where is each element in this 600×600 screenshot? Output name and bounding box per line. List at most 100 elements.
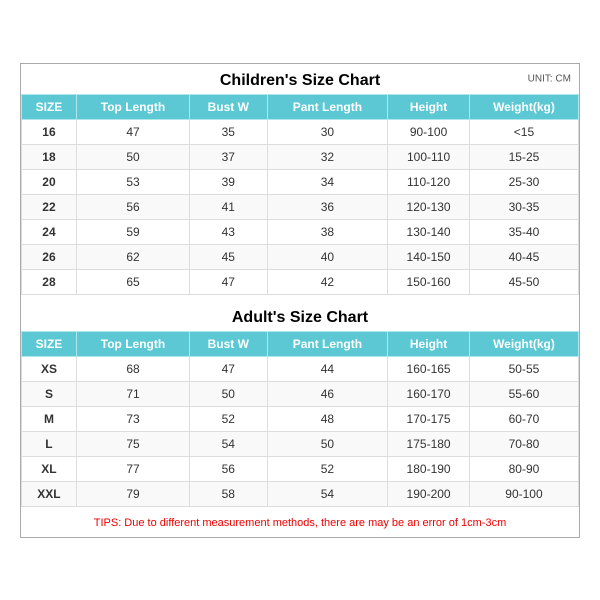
table-cell: 79 [76, 481, 189, 506]
table-cell: 41 [190, 194, 268, 219]
adult-col-top-length: Top Length [76, 331, 189, 356]
table-cell: 24 [22, 219, 77, 244]
table-cell: 73 [76, 406, 189, 431]
table-cell: 47 [76, 119, 189, 144]
table-cell: 68 [76, 356, 189, 381]
table-cell: 35-40 [469, 219, 578, 244]
table-cell: XL [22, 456, 77, 481]
table-cell: 160-170 [388, 381, 470, 406]
table-cell: 120-130 [388, 194, 470, 219]
table-cell: 60-70 [469, 406, 578, 431]
table-cell: 170-175 [388, 406, 470, 431]
table-cell: 20 [22, 169, 77, 194]
table-cell: 34 [267, 169, 388, 194]
table-cell: 90-100 [388, 119, 470, 144]
children-section-title: Children's Size Chart [220, 72, 380, 89]
table-cell: 40 [267, 244, 388, 269]
table-cell: 18 [22, 144, 77, 169]
table-row: 24594338130-14035-40 [22, 219, 579, 244]
table-cell: 75 [76, 431, 189, 456]
adult-col-size: SIZE [22, 331, 77, 356]
table-cell: 77 [76, 456, 189, 481]
children-col-size: SIZE [22, 94, 77, 119]
table-cell: 43 [190, 219, 268, 244]
adult-header-row: SIZE Top Length Bust W Pant Length Heigh… [22, 331, 579, 356]
table-cell: 180-190 [388, 456, 470, 481]
table-cell: 62 [76, 244, 189, 269]
table-cell: 45 [190, 244, 268, 269]
table-cell: 130-140 [388, 219, 470, 244]
table-cell: 59 [76, 219, 189, 244]
table-cell: 52 [190, 406, 268, 431]
table-cell: 40-45 [469, 244, 578, 269]
table-cell: 190-200 [388, 481, 470, 506]
table-row: 28654742150-16045-50 [22, 269, 579, 294]
table-cell: 25-30 [469, 169, 578, 194]
table-cell: 53 [76, 169, 189, 194]
table-row: M735248170-17560-70 [22, 406, 579, 431]
children-col-bust: Bust W [190, 94, 268, 119]
adult-col-height: Height [388, 331, 470, 356]
table-cell: 42 [267, 269, 388, 294]
table-row: 22564136120-13030-35 [22, 194, 579, 219]
table-cell: <15 [469, 119, 578, 144]
table-cell: 47 [190, 356, 268, 381]
table-cell: 80-90 [469, 456, 578, 481]
table-cell: 150-160 [388, 269, 470, 294]
table-cell: 55-60 [469, 381, 578, 406]
children-size-table: SIZE Top Length Bust W Pant Length Heigh… [21, 94, 579, 295]
table-cell: 56 [190, 456, 268, 481]
tips-row: TIPS: Due to different measurement metho… [21, 507, 579, 537]
table-cell: 65 [76, 269, 189, 294]
children-col-top-length: Top Length [76, 94, 189, 119]
table-cell: L [22, 431, 77, 456]
adult-col-pant: Pant Length [267, 331, 388, 356]
table-cell: 48 [267, 406, 388, 431]
adult-title-row: Adult's Size Chart [21, 301, 579, 331]
table-cell: 30-35 [469, 194, 578, 219]
table-cell: 50-55 [469, 356, 578, 381]
table-cell: 54 [190, 431, 268, 456]
table-cell: 70-80 [469, 431, 578, 456]
table-cell: 140-150 [388, 244, 470, 269]
table-cell: 22 [22, 194, 77, 219]
table-cell: S [22, 381, 77, 406]
children-col-weight: Weight(kg) [469, 94, 578, 119]
children-header-row: SIZE Top Length Bust W Pant Length Heigh… [22, 94, 579, 119]
table-row: XS684744160-16550-55 [22, 356, 579, 381]
table-cell: 50 [267, 431, 388, 456]
table-row: XXL795854190-20090-100 [22, 481, 579, 506]
table-cell: M [22, 406, 77, 431]
table-cell: 44 [267, 356, 388, 381]
table-cell: 160-165 [388, 356, 470, 381]
table-row: XL775652180-19080-90 [22, 456, 579, 481]
table-cell: 90-100 [469, 481, 578, 506]
table-cell: 56 [76, 194, 189, 219]
unit-label: UNIT: CM [528, 73, 571, 84]
table-row: L755450175-18070-80 [22, 431, 579, 456]
table-cell: 50 [190, 381, 268, 406]
table-row: S715046160-17055-60 [22, 381, 579, 406]
children-col-height: Height [388, 94, 470, 119]
table-cell: 15-25 [469, 144, 578, 169]
children-col-pant: Pant Length [267, 94, 388, 119]
table-cell: XXL [22, 481, 77, 506]
table-cell: 37 [190, 144, 268, 169]
adult-size-table: SIZE Top Length Bust W Pant Length Heigh… [21, 331, 579, 507]
adult-col-weight: Weight(kg) [469, 331, 578, 356]
table-cell: 35 [190, 119, 268, 144]
table-cell: 58 [190, 481, 268, 506]
table-row: 18503732100-11015-25 [22, 144, 579, 169]
table-row: 1647353090-100<15 [22, 119, 579, 144]
table-cell: 110-120 [388, 169, 470, 194]
table-cell: 45-50 [469, 269, 578, 294]
table-cell: XS [22, 356, 77, 381]
table-cell: 50 [76, 144, 189, 169]
table-cell: 30 [267, 119, 388, 144]
table-cell: 47 [190, 269, 268, 294]
tips-text: TIPS: Due to different measurement metho… [94, 517, 506, 529]
table-cell: 175-180 [388, 431, 470, 456]
table-cell: 26 [22, 244, 77, 269]
size-chart-container: Children's Size Chart UNIT: CM SIZE Top … [20, 63, 580, 538]
table-row: 20533934110-12025-30 [22, 169, 579, 194]
